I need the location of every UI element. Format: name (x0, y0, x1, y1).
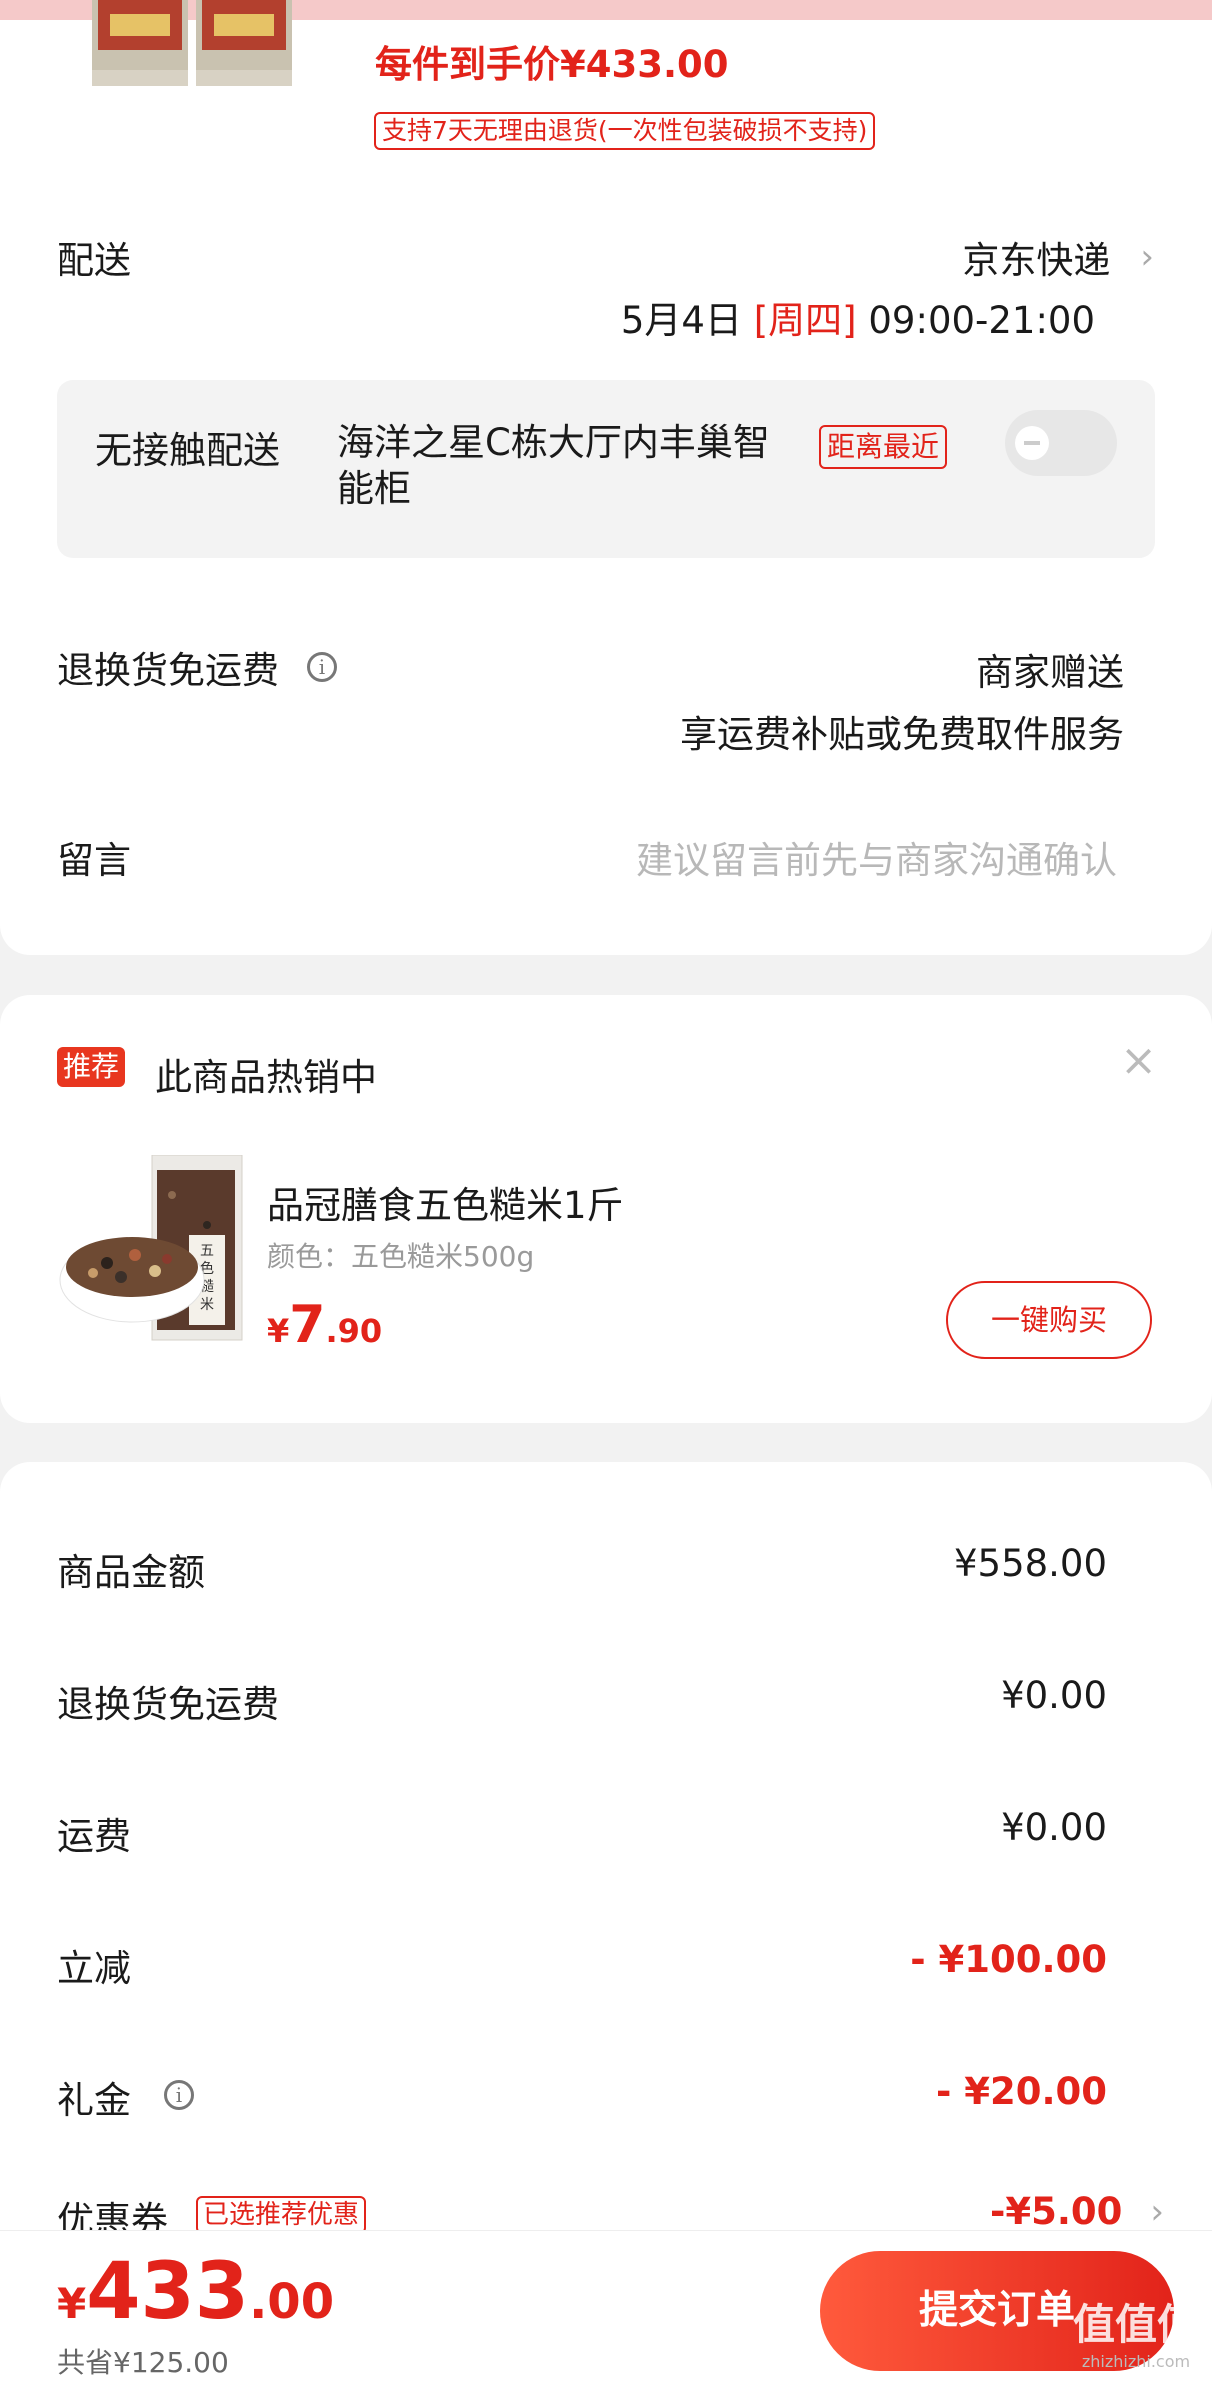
recommend-product-spec: 颜色：五色糙米500g (267, 1240, 535, 1273)
contactless-delivery-box: 无接触配送 海洋之星C栋大厅内丰巢智能柜 距离最近 (57, 380, 1155, 558)
summary-row-value: - ¥100.00 (910, 1938, 1107, 1981)
delivery-weekday: [周四] (753, 299, 857, 342)
chevron-right-icon: › (1150, 2191, 1164, 2232)
summary-row: 礼金 i - ¥20.00 (0, 2070, 1212, 2130)
delivery-carrier-label: 京东快递 (962, 239, 1111, 282)
summary-row: 商品金额 ¥558.00 (0, 1542, 1212, 1602)
recommend-price: ¥7.90 (267, 1295, 382, 1355)
recommend-price-dec: .90 (325, 1312, 383, 1350)
return-shipping-value-2: 享运费补贴或免费取件服务 (680, 713, 1124, 756)
recommend-product-image[interactable]: 五 色 糙 米 (57, 1154, 247, 1345)
summary-row-value: - ¥20.00 (935, 2070, 1107, 2113)
return-shipping-label-row: 退换货免运费 i (57, 640, 337, 694)
summary-row: 退换货免运费 ¥0.00 (0, 1674, 1212, 1734)
summary-row-value: ¥0.00 (1001, 1674, 1107, 1717)
toggle-knob-icon (1015, 426, 1049, 460)
recommend-product-name[interactable]: 品冠膳食五色糙米1斤 (267, 1175, 624, 1229)
delivery-time: 5月4日 [周四] 09:00-21:00 (621, 290, 1095, 344)
watermark-logo: 值值值 zhizhizhi.com (1066, 2291, 1206, 2383)
coupon-row[interactable]: -¥5.00 › (990, 2190, 1164, 2233)
nearest-badge: 距离最近 (819, 425, 948, 469)
summary-row-label: 运费 (57, 1815, 131, 1858)
summary-row-label: 退换货免运费 (57, 1683, 279, 1726)
recommend-card: 推荐 此商品热销中 × 五 色 糙 米 品冠膳食五色糙米1斤 颜色：五色糙米50… (0, 995, 1212, 1423)
order-detail-card: 每件到手价¥433.00 支持7天无理由退货(一次性包装破损不支持) 配送 京东… (0, 0, 1212, 955)
summary-row: 立减 - ¥100.00 (0, 1938, 1212, 1998)
summary-row-label: 立减 (57, 1947, 131, 1990)
bottom-bar: ¥433.00 共省¥125.00 提交订单 值值值 zhizhizhi.com (0, 2230, 1212, 2387)
recommend-price-int: 7 (289, 1295, 326, 1355)
return-shipping-value-1: 商家赠送 (976, 651, 1124, 694)
total-currency: ¥ (57, 2279, 87, 2328)
submit-order-label: 提交订单 (918, 2288, 1075, 2333)
chevron-right-icon: › (1140, 237, 1154, 277)
delivery-label: 配送 (57, 239, 131, 282)
recommend-title: 此商品热销中 (155, 1056, 377, 1099)
recommend-price-symbol: ¥ (267, 1312, 290, 1350)
summary-row: 运费 ¥0.00 (0, 1806, 1212, 1866)
total-price: ¥433.00 (57, 2247, 334, 2337)
summary-row-label: 商品金额 (57, 1551, 205, 1594)
coupon-value: -¥5.00 (990, 2190, 1123, 2233)
delivery-hours: 09:00-21:00 (868, 299, 1095, 342)
return-policy-badge: 支持7天无理由退货(一次性包装破损不支持) (374, 112, 876, 150)
total-saved: 共省¥125.00 (57, 2346, 229, 2379)
note-input[interactable]: 建议留言前先与商家沟通确认 (636, 830, 1117, 884)
locker-name: 海洋之星C栋大厅内丰巢智能柜 (337, 421, 770, 510)
info-icon[interactable]: i (164, 2080, 194, 2110)
recommend-badge: 推荐 (57, 1047, 126, 1087)
watermark-text: 值值值 (1072, 2300, 1199, 2349)
summary-row-value: ¥558.00 (953, 1542, 1107, 1585)
summary-row-label: 礼金 (57, 2079, 131, 2122)
contactless-toggle[interactable] (1005, 410, 1117, 476)
total-dec: .00 (249, 2274, 335, 2330)
final-price-label: 每件到手价¥433.00 (375, 43, 729, 86)
note-label: 留言 (57, 839, 131, 882)
watermark-sub: zhizhizhi.com (1081, 2352, 1191, 2371)
product-thumbnail[interactable] (88, 0, 302, 100)
coupon-badge: 已选推荐优惠 (196, 2196, 367, 2234)
svg-text:米: 米 (200, 1297, 214, 1313)
close-icon[interactable]: × (1120, 1035, 1157, 1086)
delivery-date: 5月4日 (620, 299, 742, 342)
summary-row-value: ¥0.00 (1001, 1806, 1107, 1849)
delivery-carrier[interactable]: 京东快递 › (962, 230, 1154, 284)
total-int: 433 (86, 2247, 250, 2337)
contactless-label: 无接触配送 (95, 429, 280, 472)
info-icon[interactable]: i (307, 652, 337, 682)
one-click-buy-button[interactable]: 一键购买 (946, 1281, 1152, 1359)
return-shipping-label: 退换货免运费 (57, 649, 279, 692)
svg-text:五: 五 (200, 1243, 214, 1259)
